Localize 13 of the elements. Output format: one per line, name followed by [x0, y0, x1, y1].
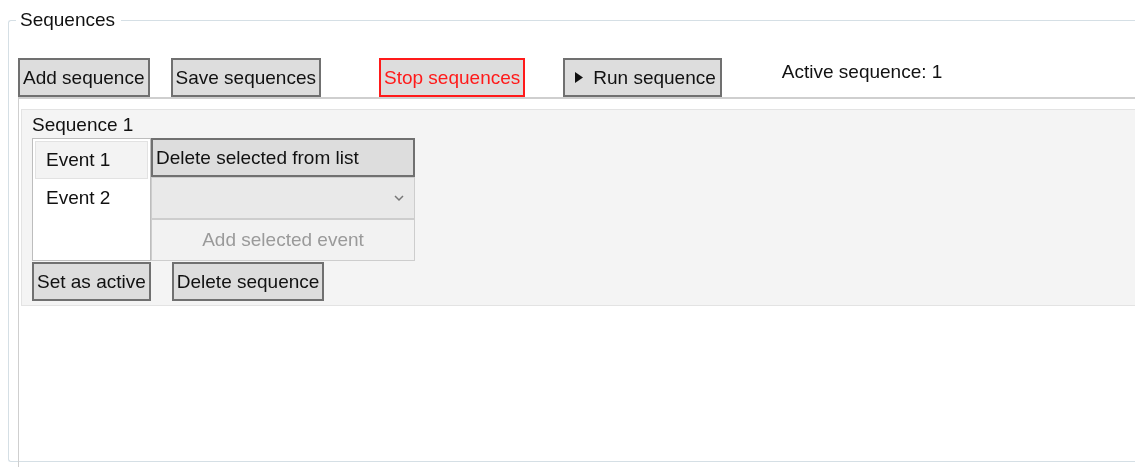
chevron-down-icon [394, 194, 404, 202]
active-sequence-label: Active sequence: 1 [781, 61, 943, 83]
toolbar-button[interactable]: Save sequences [170, 58, 321, 97]
run-button[interactable]: Run sequence [563, 58, 722, 97]
sequence-title: Sequence 1 [32, 113, 135, 137]
event-item[interactable]: Event 2 [35, 179, 148, 217]
play-icon [575, 72, 584, 83]
toolbar-button[interactable]: Add sequence [18, 58, 150, 97]
delete-sequence-button[interactable]: Delete sequence [171, 262, 325, 301]
delete-selected-button[interactable]: Delete selected from list [151, 138, 415, 177]
event-dropdown[interactable] [151, 177, 415, 219]
event-item[interactable]: Event 1 [35, 141, 148, 179]
set-active-button[interactable]: Set as active [32, 262, 151, 301]
